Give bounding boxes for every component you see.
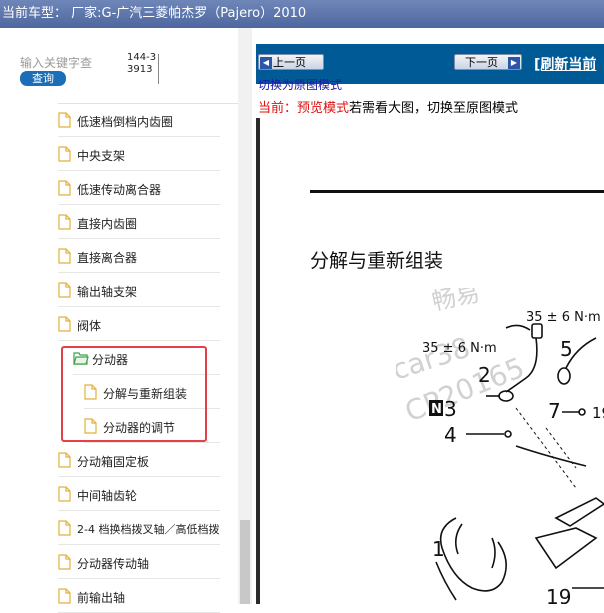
tree-item[interactable]: 低速档倒档内齿圈 — [58, 104, 220, 137]
scrollbar-thumb[interactable] — [240, 520, 250, 604]
tree-item-label: 输出轴支架 — [77, 285, 138, 299]
callout-number: 19 — [546, 585, 571, 604]
document-icon — [58, 214, 71, 230]
document-icon — [58, 452, 71, 468]
tree-item[interactable]: 中间轴齿轮 — [58, 478, 220, 511]
arrow-right-icon: ▶ — [508, 57, 520, 69]
prev-page-button[interactable]: ◀ 上一页 — [258, 54, 324, 70]
section-rule — [310, 190, 604, 193]
tree-item-label: 阀体 — [77, 319, 102, 333]
mode-status: 当前：预览模式若需看大图，切换至原图模式 — [258, 97, 518, 116]
callout-number: 19 — [592, 404, 604, 422]
callout-box-letter: N — [431, 402, 442, 417]
highlight-box — [61, 346, 207, 442]
next-page-button[interactable]: 下一页 ▶ — [454, 54, 522, 70]
tree-item[interactable]: 直接内齿圈 — [58, 206, 220, 239]
current-vehicle-text: 当前车型： 厂家:G-广汽三菱帕杰罗（Pajero）2010 — [2, 6, 307, 21]
switch-mode-link[interactable]: 切换为原图模式 — [258, 79, 342, 90]
tree-item-label: 中央支架 — [77, 149, 126, 163]
viewer-pane: ◀ 上一页 下一页 ▶ [刷新当前 切换为原图模式 当前：预览模式若需看大图，切… — [256, 28, 604, 604]
tree-item-label: 低速传动离合器 — [77, 183, 162, 197]
tree-item-label: 中间轴齿轮 — [77, 489, 138, 503]
exploded-diagram: 畅易 car38 CP20165 35 ± 6 N·m 35 ± 6 N·m 5… — [396, 288, 604, 604]
callout-number: 4 — [444, 423, 457, 447]
search-input[interactable] — [18, 54, 102, 72]
torque-callout: 35 ± 6 N·m — [526, 310, 601, 325]
title-bar: 当前车型： 厂家:G-广汽三菱帕杰罗（Pajero）2010 — [0, 0, 604, 28]
callout-number: 5 — [560, 337, 573, 361]
tree-item-label: 低速档倒档内齿圈 — [77, 115, 174, 129]
document-icon — [58, 520, 71, 536]
mode-current: 当前：预览模式 — [258, 101, 350, 116]
document-icon — [58, 146, 71, 162]
page-border — [256, 118, 260, 604]
document-icon — [58, 282, 71, 298]
tree-item-label: 2-4 档换档拨叉轴／高低档拨 — [77, 523, 220, 536]
document-icon — [58, 588, 71, 604]
mode-hint: 若需看大图，切换至原图模式 — [349, 101, 519, 116]
tree-item[interactable]: 输出轴支架 — [58, 274, 220, 307]
torque-callout: 35 ± 6 N·m — [422, 341, 497, 356]
tree-item[interactable]: 直接离合器 — [58, 240, 220, 273]
query-button[interactable]: 查询 — [20, 71, 66, 86]
document-icon — [58, 248, 71, 264]
document-icon — [58, 486, 71, 502]
sidebar-scrollbar[interactable] — [238, 28, 252, 604]
tree-item[interactable]: 分动器传动轴 — [58, 546, 220, 579]
callout-number: 7 — [548, 399, 561, 423]
document-title: 分解与重新组装 — [310, 250, 444, 272]
document-icon — [58, 554, 71, 570]
tree-item[interactable]: 低速传动离合器 — [58, 172, 220, 205]
toolbar: ◀ 上一页 下一页 ▶ [刷新当前 — [256, 44, 604, 84]
document-icon — [58, 316, 71, 332]
divider — [158, 54, 159, 84]
tree-item[interactable]: 分动箱固定板 — [58, 444, 220, 477]
tree-item-label: 直接离合器 — [77, 251, 138, 265]
document-page: 分解与重新组装 畅易 car38 CP20165 35 ± 6 N·m 35 ±… — [256, 118, 604, 604]
tree-item-label: 前输出轴 — [77, 591, 126, 605]
arrow-left-icon: ◀ — [260, 57, 272, 69]
next-page-label: 下一页 — [465, 56, 498, 69]
tree-item[interactable]: 中央支架 — [58, 138, 220, 171]
tree-item[interactable]: 前输出轴 — [58, 580, 220, 613]
tree-item[interactable]: 2-4 档换档拨叉轴／高低档拨 — [58, 512, 220, 545]
document-icon — [58, 112, 71, 128]
prev-page-label: 上一页 — [273, 56, 306, 69]
document-icon — [58, 180, 71, 196]
tree-item[interactable]: 阀体 — [58, 308, 220, 341]
watermark-text: 畅易 — [429, 288, 482, 316]
refresh-link[interactable]: [刷新当前 — [534, 54, 596, 74]
sidebar: 查询 144-33913 低速档倒档内齿圈 中央支架 低速传动离合器 直接内齿圈… — [0, 28, 257, 613]
callout-number: 2 — [478, 363, 491, 387]
tree-item-label: 分动箱固定板 — [77, 455, 150, 469]
callout-number: 3 — [444, 397, 457, 421]
tree-item-label: 分动器传动轴 — [77, 557, 150, 571]
result-count: 144-33913 — [127, 52, 157, 75]
tree-item-label: 直接内齿圈 — [77, 217, 138, 231]
